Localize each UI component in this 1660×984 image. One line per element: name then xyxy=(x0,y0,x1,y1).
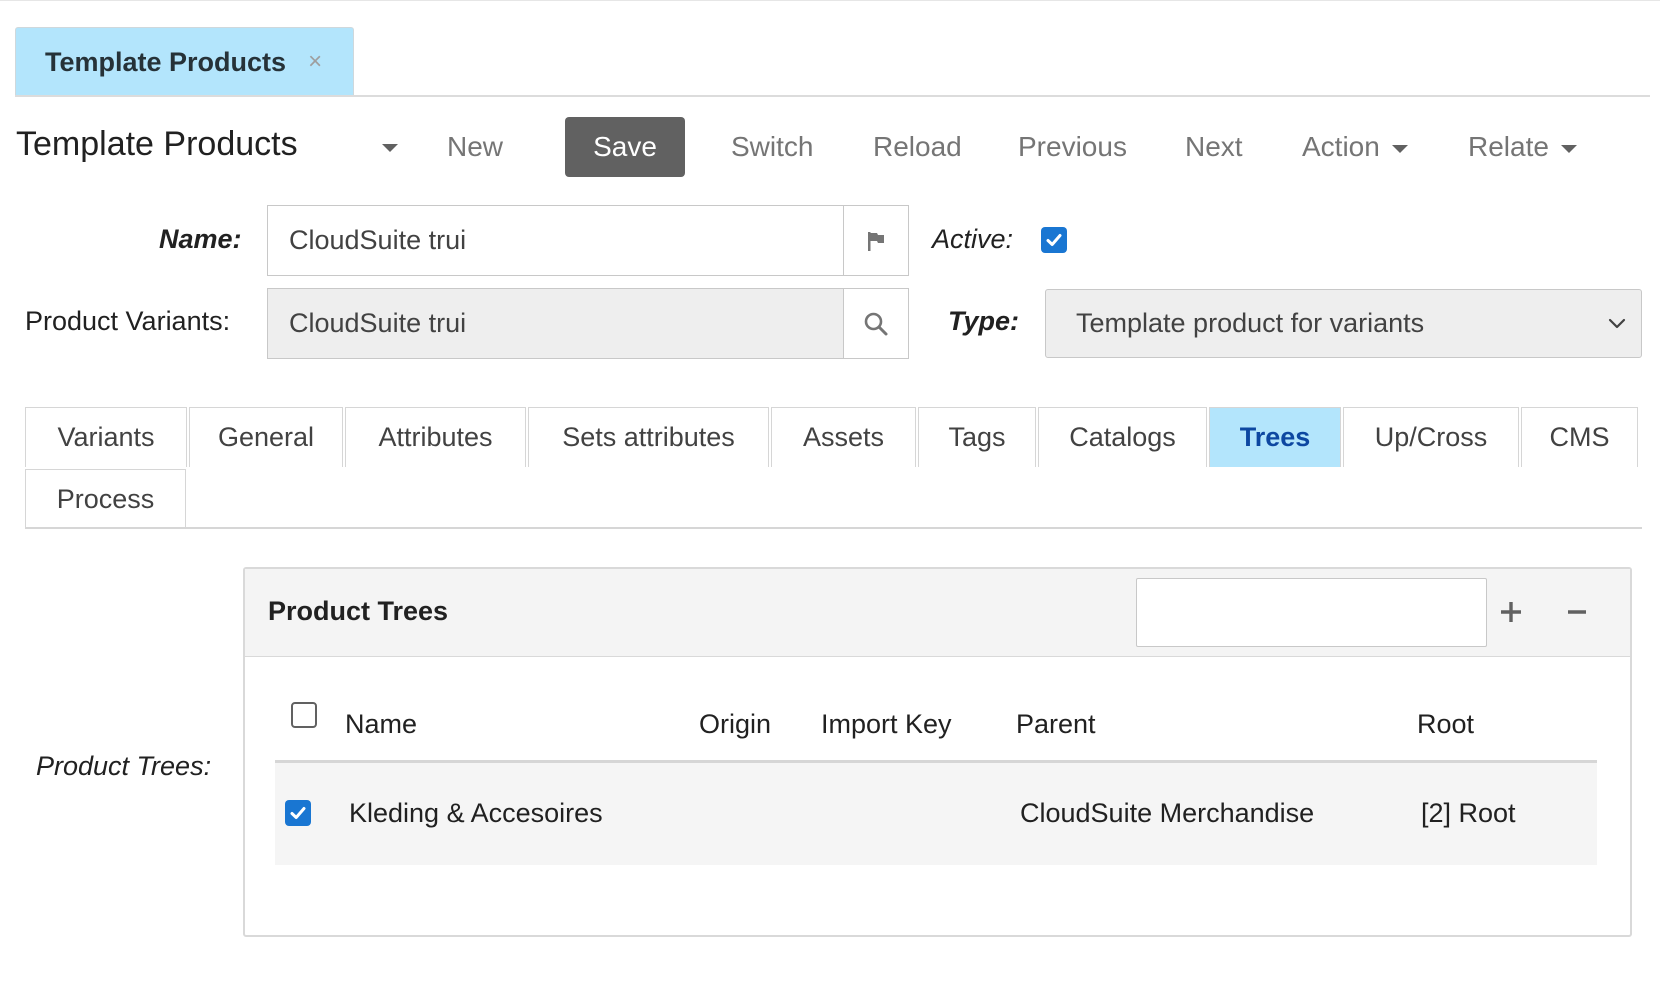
tab-process[interactable]: Process xyxy=(25,469,186,529)
page-title: Template Products xyxy=(16,125,298,163)
variants-search-button[interactable] xyxy=(843,288,909,359)
tab-catalogs[interactable]: Catalogs xyxy=(1038,407,1207,467)
column-header-origin[interactable]: Origin xyxy=(699,709,771,740)
add-tree-button[interactable] xyxy=(1498,599,1524,630)
action-menu-label: Action xyxy=(1302,131,1380,162)
column-header-name[interactable]: Name xyxy=(345,709,417,740)
type-label: Type: xyxy=(948,306,1020,336)
switch-button[interactable]: Switch xyxy=(731,131,813,163)
previous-button[interactable]: Previous xyxy=(1018,131,1127,163)
name-label: Name: xyxy=(159,224,242,254)
column-header-root[interactable]: Root xyxy=(1417,709,1474,740)
check-icon xyxy=(290,807,306,819)
panel-title: Product Trees xyxy=(268,596,449,626)
tabs-divider xyxy=(25,527,1642,529)
top-divider xyxy=(0,0,1660,1)
active-checkbox[interactable] xyxy=(1041,227,1067,253)
tab-up-cross[interactable]: Up/Cross xyxy=(1343,407,1519,467)
tab-trees[interactable]: Trees xyxy=(1209,407,1341,467)
close-icon[interactable]: × xyxy=(308,50,322,74)
document-tab[interactable]: Template Products × xyxy=(15,27,354,96)
type-select[interactable]: Template product for variants xyxy=(1045,289,1642,358)
panel-header: Product Trees xyxy=(245,569,1630,657)
product-trees-label: Product Trees: xyxy=(36,751,212,781)
action-menu-button[interactable]: Action xyxy=(1302,131,1408,163)
row-checkbox[interactable] xyxy=(285,800,311,826)
remove-tree-button[interactable] xyxy=(1564,599,1590,630)
document-tab-label: Template Products xyxy=(45,46,287,77)
tab-bar-row-2: Process xyxy=(25,469,188,529)
tab-sets-attributes[interactable]: Sets attributes xyxy=(528,407,769,467)
table-row[interactable]: Kleding & Accesoires CloudSuite Merchand… xyxy=(275,763,1597,865)
next-button[interactable]: Next xyxy=(1185,131,1243,163)
tab-strip-divider xyxy=(15,95,1650,97)
tab-bar: Variants General Attributes Sets attribu… xyxy=(25,407,1640,467)
caret-down-icon xyxy=(1560,144,1577,153)
search-icon xyxy=(864,312,888,335)
reload-button[interactable]: Reload xyxy=(873,131,962,163)
caret-down-icon xyxy=(1391,144,1408,153)
select-all-checkbox[interactable] xyxy=(291,702,317,728)
column-header-import-key[interactable]: Import Key xyxy=(821,709,952,740)
relate-menu-label: Relate xyxy=(1468,131,1549,162)
product-variants-label: Product Variants: xyxy=(25,306,231,336)
tree-search-input[interactable] xyxy=(1136,578,1487,647)
type-select-value: Template product for variants xyxy=(1076,308,1425,338)
new-button[interactable]: New xyxy=(447,131,503,163)
tab-tags[interactable]: Tags xyxy=(918,407,1036,467)
toolbar: Template Products New Save Switch Reload… xyxy=(0,117,1660,177)
row-parent: CloudSuite Merchandise xyxy=(1020,798,1315,828)
name-input[interactable]: CloudSuite trui xyxy=(267,205,844,276)
tab-variants[interactable]: Variants xyxy=(25,407,187,467)
row-root: [2] Root xyxy=(1421,798,1516,828)
check-icon xyxy=(1046,234,1062,246)
tab-attributes[interactable]: Attributes xyxy=(345,407,526,467)
tab-assets[interactable]: Assets xyxy=(771,407,916,467)
flag-icon xyxy=(868,231,884,251)
relate-menu-button[interactable]: Relate xyxy=(1468,131,1577,163)
row-name: Kleding & Accesoires xyxy=(349,798,603,828)
flag-button[interactable] xyxy=(843,205,909,276)
save-button[interactable]: Save xyxy=(565,117,685,177)
chevron-down-icon xyxy=(1608,318,1626,329)
minus-icon xyxy=(1568,610,1586,614)
column-header-parent[interactable]: Parent xyxy=(1016,709,1096,740)
title-dropdown-icon[interactable] xyxy=(382,144,398,152)
tab-cms[interactable]: CMS xyxy=(1521,407,1638,467)
active-label: Active: xyxy=(932,224,1014,254)
tab-general[interactable]: General xyxy=(189,407,343,467)
template-products-page: Template Products × Template Products Ne… xyxy=(0,0,1660,984)
product-trees-panel: Product Trees Name Origin Import Key Par… xyxy=(243,567,1632,937)
plus-icon xyxy=(1501,602,1521,622)
product-variants-input[interactable]: CloudSuite trui xyxy=(267,288,844,359)
